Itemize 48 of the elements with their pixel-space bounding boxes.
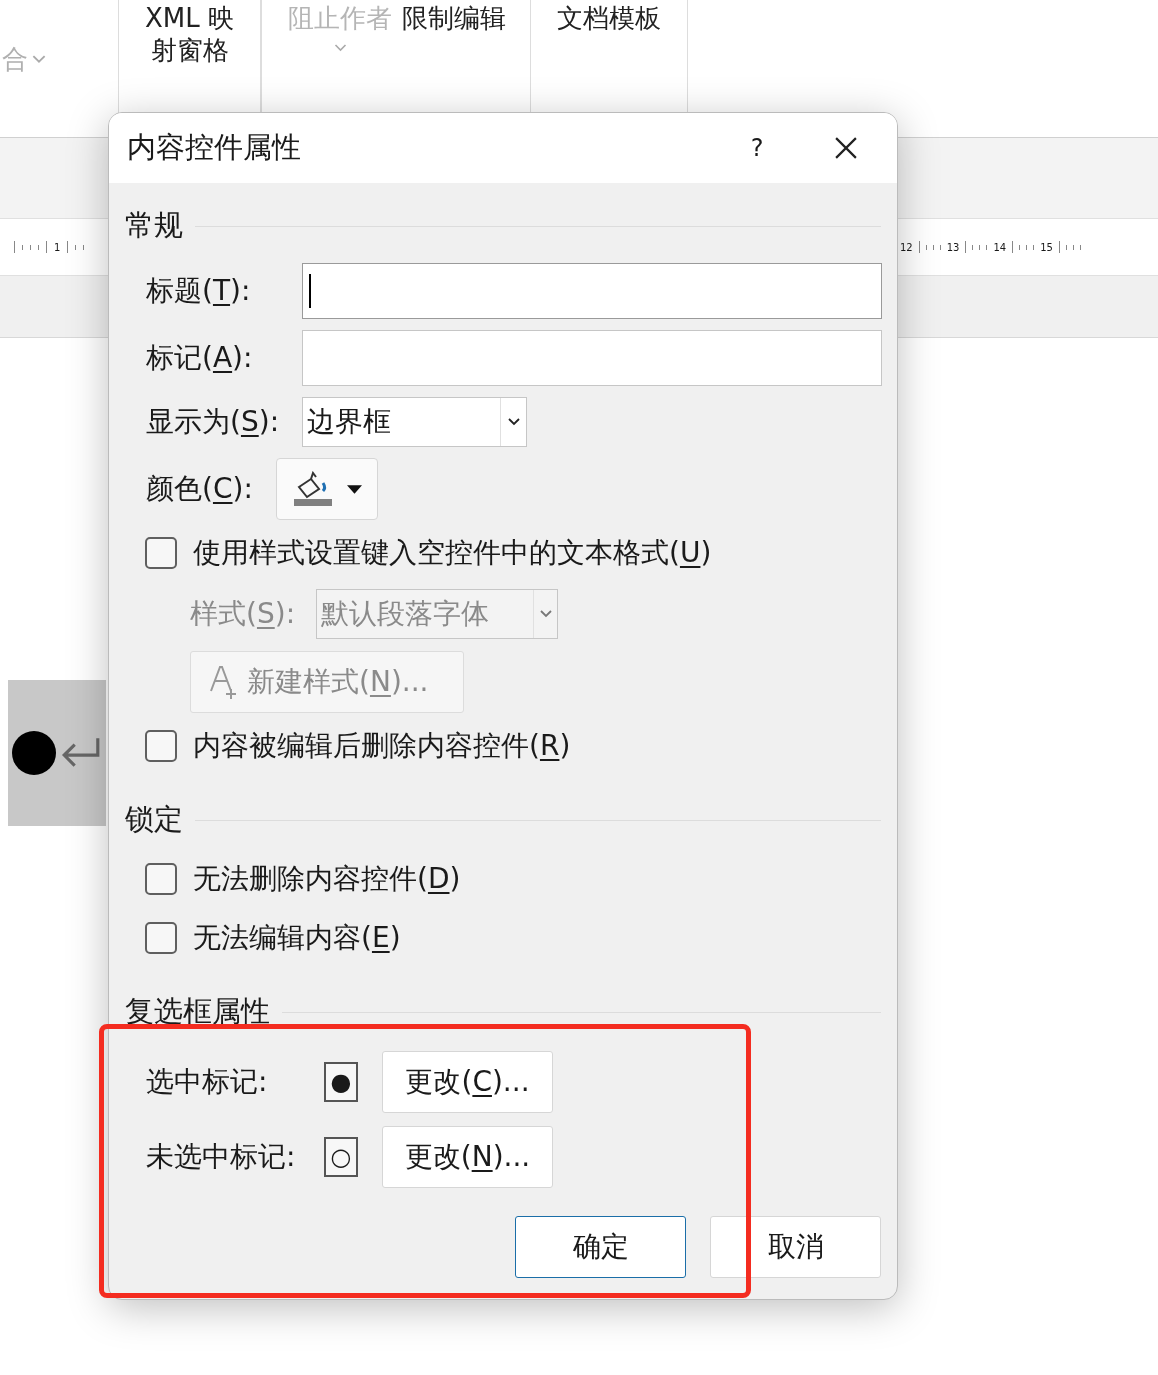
text-field[interactable] bbox=[302, 263, 882, 319]
dialog-title: 内容控件属性 bbox=[127, 129, 301, 167]
section-title: 常规 bbox=[125, 208, 183, 242]
checkbox-label: 内容被编辑后删除内容控件(R) bbox=[193, 729, 571, 763]
checkbox[interactable] bbox=[145, 922, 177, 954]
field-label: 未选中标记: bbox=[146, 1140, 297, 1174]
checkbox[interactable] bbox=[145, 537, 177, 569]
change-button[interactable]: 更改(N)... bbox=[382, 1126, 553, 1188]
field-label: 显示为(S): bbox=[146, 405, 281, 439]
caret-icon bbox=[346, 484, 362, 494]
ribbon-item[interactable]: 限制编辑 bbox=[402, 2, 506, 34]
help-button[interactable]: ? bbox=[737, 130, 777, 166]
text-field[interactable] bbox=[302, 330, 882, 386]
color-picker-button[interactable] bbox=[276, 458, 378, 520]
change-button[interactable]: 更改(C)... bbox=[382, 1051, 553, 1113]
ribbon-item[interactable]: 文档模板 bbox=[557, 2, 661, 34]
symbol-preview: ● bbox=[324, 1062, 358, 1102]
section-title: 锁定 bbox=[125, 802, 183, 836]
new-style-icon bbox=[209, 665, 239, 699]
field-label: 标记(A): bbox=[146, 341, 254, 375]
cancel-button[interactable]: 取消 bbox=[710, 1216, 881, 1278]
ruler-label: 1 bbox=[54, 240, 61, 255]
checkbox[interactable] bbox=[145, 730, 177, 762]
checkbox-label: 无法删除内容控件(D) bbox=[193, 862, 461, 896]
ruler-label: 14 bbox=[993, 240, 1007, 255]
section-title: 复选框属性 bbox=[125, 994, 270, 1028]
field-label: 样式(S): bbox=[190, 597, 297, 631]
field-label: 颜色(C): bbox=[146, 472, 254, 506]
ok-button[interactable]: 确定 bbox=[515, 1216, 686, 1278]
field-label: 标题(T): bbox=[146, 274, 252, 308]
dropdown-field[interactable]: 边界框 bbox=[302, 397, 527, 447]
ruler-label: 12 bbox=[900, 240, 913, 255]
chevron-down-icon bbox=[32, 55, 46, 64]
paint-bucket-icon bbox=[292, 471, 333, 507]
checkbox[interactable] bbox=[145, 863, 177, 895]
bullet-dot-icon bbox=[12, 731, 56, 775]
chevron-down-icon bbox=[539, 610, 552, 618]
ribbon-item[interactable]: XML 映 射窗格 bbox=[145, 2, 234, 66]
checkbox-label: 无法编辑内容(E) bbox=[193, 921, 401, 955]
checkbox-label: 使用样式设置键入空控件中的文本格式(U) bbox=[193, 536, 712, 570]
dropdown-field: 默认段落字体 bbox=[316, 589, 558, 639]
chevron-down-icon bbox=[507, 418, 520, 426]
ruler-label: 13 bbox=[946, 240, 960, 255]
return-arrow-icon bbox=[60, 736, 102, 770]
close-icon[interactable] bbox=[835, 137, 857, 159]
symbol-preview: ○ bbox=[324, 1137, 358, 1177]
field-label: 选中标记: bbox=[146, 1065, 269, 1099]
ruler-label: 15 bbox=[1040, 240, 1053, 255]
